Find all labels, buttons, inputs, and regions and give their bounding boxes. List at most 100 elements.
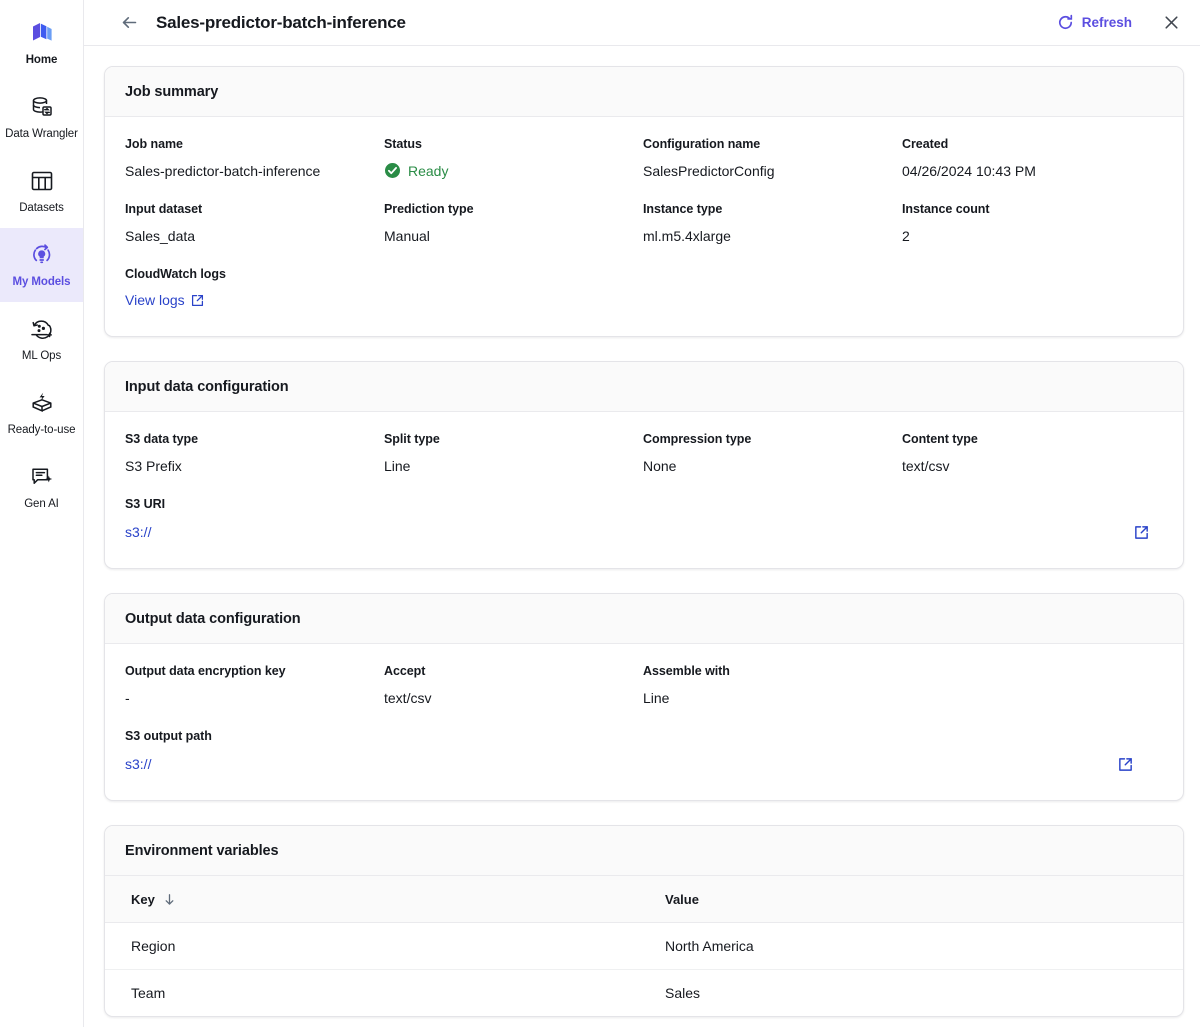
database-sync-icon	[28, 93, 56, 121]
check-circle-icon	[384, 162, 401, 179]
section-title: Environment variables	[125, 843, 1163, 859]
ml-ops-gear-icon	[28, 315, 56, 343]
field-status: Status Ready	[384, 137, 643, 180]
sidebar-item-label: ML Ops	[22, 350, 61, 363]
sidebar-item-my-models[interactable]: My Models	[0, 228, 83, 302]
field-value: Line	[643, 689, 890, 707]
environment-variables-card: Environment variables Key	[104, 825, 1184, 1017]
uri-row: s3://	[125, 522, 1151, 542]
field-value: Sales-predictor-batch-inference	[125, 162, 372, 180]
sidebar-item-label: Gen AI	[24, 498, 59, 511]
field-cloudwatch-logs: CloudWatch logs View logs	[125, 267, 1163, 310]
field-label: Instance count	[902, 202, 1149, 216]
field-assemble-with: Assemble with Line	[643, 664, 902, 707]
s3-uri-link[interactable]: s3://	[125, 524, 151, 540]
left-sidebar: Home Data Wrangler	[0, 0, 84, 1027]
field-content-type: Content type text/csv	[902, 432, 1161, 475]
table-grid-icon	[28, 167, 56, 195]
cell-key: Team	[105, 970, 645, 1017]
arrow-left-icon[interactable]	[118, 12, 140, 34]
field-value: SalesPredictorConfig	[643, 162, 890, 180]
column-header-inner: Value	[665, 892, 699, 907]
section-title: Input data configuration	[125, 379, 1163, 395]
detail-content[interactable]: Job summary Job name Sales-predictor-bat…	[84, 46, 1200, 1027]
view-logs-link[interactable]: View logs	[125, 292, 204, 308]
chat-sparkle-icon	[28, 463, 56, 491]
sidebar-item-home[interactable]: Home	[0, 6, 83, 80]
field-row: Output data encryption key - Accept text…	[125, 664, 1163, 707]
field-row: S3 data type S3 Prefix Split type Line C…	[125, 432, 1163, 475]
close-icon[interactable]	[1160, 12, 1182, 34]
field-s3-output-path: S3 output path s3://	[125, 729, 1163, 774]
column-header-label: Key	[131, 892, 155, 907]
field-label: Compression type	[643, 432, 890, 446]
app-root: Home Data Wrangler	[0, 0, 1200, 1027]
card-header: Input data configuration	[105, 362, 1183, 412]
sidebar-item-ready-to-use[interactable]: Ready-to-use	[0, 376, 83, 450]
field-label: S3 data type	[125, 432, 372, 446]
refresh-icon	[1057, 14, 1074, 31]
external-link-icon[interactable]	[1131, 522, 1151, 542]
view-logs-label: View logs	[125, 292, 185, 308]
column-header-key[interactable]: Key	[105, 876, 645, 923]
field-value: None	[643, 457, 890, 475]
table-row[interactable]: Team Sales	[105, 970, 1183, 1017]
field-s3-data-type: S3 data type S3 Prefix	[125, 432, 384, 475]
field-label: CloudWatch logs	[125, 267, 1151, 281]
field-value: text/csv	[902, 457, 1149, 475]
field-job-name: Job name Sales-predictor-batch-inference	[125, 137, 384, 180]
field-label: Status	[384, 137, 631, 151]
field-output-data-encryption-key: Output data encryption key -	[125, 664, 384, 707]
field-label: Content type	[902, 432, 1149, 446]
table-row[interactable]: Region North America	[105, 923, 1183, 970]
sidebar-item-ml-ops[interactable]: ML Ops	[0, 302, 83, 376]
field-instance-type: Instance type ml.m5.4xlarge	[643, 202, 902, 245]
external-link-icon[interactable]	[1115, 754, 1135, 774]
field-label: Instance type	[643, 202, 890, 216]
field-accept: Accept text/csv	[384, 664, 643, 707]
main-panel: Sales-predictor-batch-inference Refresh	[84, 0, 1200, 1027]
sidebar-item-gen-ai[interactable]: Gen AI	[0, 450, 83, 524]
field-value: 2	[902, 227, 1149, 245]
cell-value: Sales	[645, 970, 1183, 1017]
field-label: Prediction type	[384, 202, 631, 216]
field-value: -	[125, 689, 372, 707]
field-row: CloudWatch logs View logs	[125, 267, 1163, 310]
refresh-button[interactable]: Refresh	[1057, 14, 1132, 31]
field-value: Manual	[384, 227, 631, 245]
cell-key: Region	[105, 923, 645, 970]
field-label: S3 URI	[125, 497, 1151, 511]
field-label: Input dataset	[125, 202, 372, 216]
sidebar-item-datasets[interactable]: Datasets	[0, 154, 83, 228]
field-row: Job name Sales-predictor-batch-inference…	[125, 137, 1163, 180]
field-label: Accept	[384, 664, 631, 678]
field-label: Split type	[384, 432, 631, 446]
field-compression-type: Compression type None	[643, 432, 902, 475]
output-data-configuration-card: Output data configuration Output data en…	[104, 593, 1184, 801]
sidebar-item-data-wrangler[interactable]: Data Wrangler	[0, 80, 83, 154]
field-s3-uri: S3 URI s3://	[125, 497, 1163, 542]
sidebar-item-label: Home	[26, 54, 58, 67]
field-configuration-name: Configuration name SalesPredictorConfig	[643, 137, 902, 180]
page-title: Sales-predictor-batch-inference	[156, 13, 406, 33]
card-body: Output data encryption key - Accept text…	[105, 644, 1183, 800]
card-header: Job summary	[105, 67, 1183, 117]
input-data-configuration-card: Input data configuration S3 data type S3…	[104, 361, 1184, 569]
s3-output-path-link[interactable]: s3://	[125, 756, 151, 772]
field-input-dataset: Input dataset Sales_data	[125, 202, 384, 245]
job-summary-card: Job summary Job name Sales-predictor-bat…	[104, 66, 1184, 337]
card-body: Job name Sales-predictor-batch-inference…	[105, 117, 1183, 336]
column-header-value[interactable]: Value	[645, 876, 1183, 923]
field-instance-count: Instance count 2	[902, 202, 1161, 245]
model-bulb-icon	[28, 241, 56, 269]
field-prediction-type: Prediction type Manual	[384, 202, 643, 245]
open-box-bolt-icon	[28, 389, 56, 417]
sidebar-item-label: Ready-to-use	[8, 424, 76, 437]
uri-row: s3://	[125, 754, 1151, 774]
field-value: S3 Prefix	[125, 457, 372, 475]
status-badge: Ready	[384, 162, 631, 179]
field-value: Sales_data	[125, 227, 372, 245]
status-text: Ready	[408, 163, 448, 179]
field-label: Job name	[125, 137, 372, 151]
refresh-label: Refresh	[1082, 15, 1132, 30]
